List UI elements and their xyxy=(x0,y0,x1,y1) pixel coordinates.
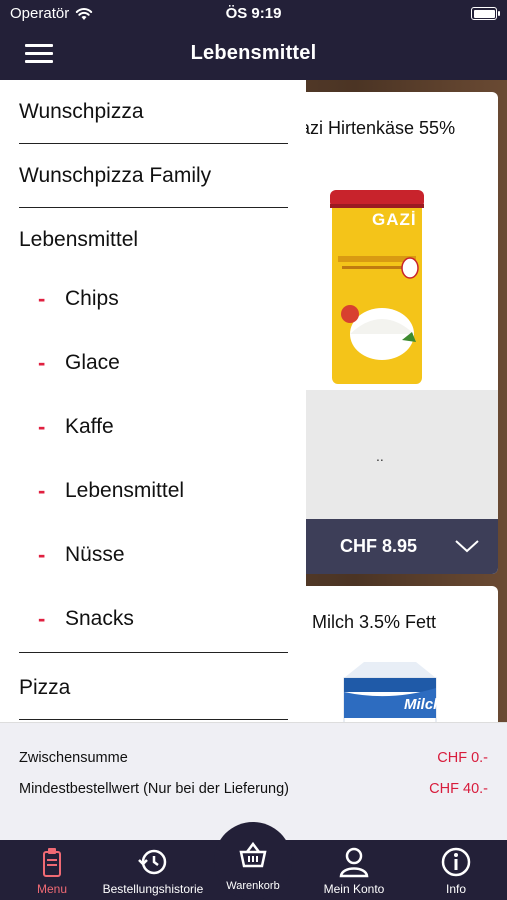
subtotal-value: CHF 0.- xyxy=(437,750,488,766)
product-card[interactable]: azi Hirtenkäse 55% GAZİ .. CHF 8.95 xyxy=(290,92,498,574)
tab-bestellungshistorie[interactable]: Bestellungshistorie xyxy=(103,840,203,900)
product-brand-text: GAZİ xyxy=(372,210,417,229)
tab-warenkorb[interactable]: Warenkorb xyxy=(205,840,301,900)
battery-icon xyxy=(471,7,500,20)
drawer-subitem-lebensmittel[interactable]: - Lebensmittel xyxy=(38,464,288,528)
tab-label: Menu xyxy=(36,882,68,896)
price-bar[interactable]: CHF 8.95 xyxy=(290,519,498,574)
min-order-value: CHF 40.- xyxy=(429,781,488,797)
drawer-subitem-label: Chips xyxy=(65,287,119,310)
drawer-item-wunschpizza[interactable]: Wunschpizza xyxy=(19,80,288,144)
tab-label: Mein Konto xyxy=(323,882,385,896)
drawer-subitem-snacks[interactable]: - Snacks xyxy=(38,592,288,656)
subtotal-label: Zwischensumme xyxy=(19,750,128,766)
side-drawer: Wunschpizza Wunschpizza Family Lebensmit… xyxy=(0,80,306,722)
tab-label: Info xyxy=(445,882,466,896)
drawer-item-label: Wunschpizza Family xyxy=(19,164,212,187)
product-image xyxy=(290,164,498,394)
drawer-item-label: Pizza xyxy=(19,676,71,699)
product-name: azi Hirtenkäse 55% xyxy=(300,118,456,138)
product-image xyxy=(290,658,498,722)
drawer-subitem-glace[interactable]: - Glace xyxy=(38,336,288,400)
status-bar: Operatör ÖS 9:19 xyxy=(0,0,507,28)
info-icon xyxy=(441,847,471,877)
tab-mein-konto[interactable]: Mein Konto xyxy=(306,840,402,900)
basket-icon xyxy=(239,841,267,868)
nav-bar: Lebensmittel xyxy=(0,28,507,80)
min-order-row: Mindestbestellwert (Nur bei der Lieferun… xyxy=(19,781,488,801)
drawer-item-label: Lebensmittel xyxy=(19,228,139,251)
drawer-subitem-kaffe[interactable]: - Kaffe xyxy=(38,400,288,464)
tab-info[interactable]: Info xyxy=(408,840,504,900)
history-icon xyxy=(138,849,167,875)
product-name: Milch 3.5% Fett xyxy=(312,612,437,632)
product-price: CHF 8.95 xyxy=(340,536,418,556)
bullet-dash: - xyxy=(38,414,46,439)
min-order-label: Mindestbestellwert (Nur bei der Lieferun… xyxy=(19,781,289,797)
bullet-dash: - xyxy=(38,542,46,567)
bullet-dash: - xyxy=(38,606,46,631)
tab-menu[interactable]: Menu xyxy=(4,840,100,900)
drawer-subitem-label: Kaffe xyxy=(65,415,114,438)
tab-label: Warenkorb xyxy=(226,880,280,892)
drawer-item-lebensmittel[interactable]: Lebensmittel xyxy=(19,208,288,272)
product-description: .. xyxy=(376,448,384,464)
product-brand-text: Milch xyxy=(404,696,443,713)
drawer-item-wunschpizza-family[interactable]: Wunschpizza Family xyxy=(19,144,288,208)
bullet-dash: - xyxy=(38,478,46,503)
bullet-dash: - xyxy=(38,350,46,375)
subtotal-row: Zwischensumme CHF 0.- xyxy=(19,750,488,770)
user-icon xyxy=(339,847,369,878)
drawer-subitem-nuesse[interactable]: - Nüsse xyxy=(38,528,288,592)
product-card[interactable]: Milch 3.5% Fett Milch xyxy=(290,586,498,722)
tab-bar: Menu Bestellungshistorie Warenkorb Mein … xyxy=(0,822,507,900)
product-description-area: .. xyxy=(290,390,498,520)
page-title: Lebensmittel xyxy=(190,42,317,64)
clock: ÖS 9:19 xyxy=(225,5,282,22)
drawer-item-label: Wunschpizza xyxy=(19,100,144,123)
chevron-down-icon[interactable] xyxy=(454,535,480,557)
bullet-dash: - xyxy=(38,286,46,311)
drawer-divider xyxy=(19,652,288,653)
menu-book-icon xyxy=(43,848,61,877)
drawer-subitem-label: Lebensmittel xyxy=(65,479,185,502)
drawer-item-pizza[interactable]: Pizza xyxy=(19,656,288,720)
tab-label: Bestellungshistorie xyxy=(102,882,204,896)
drawer-subitem-label: Nüsse xyxy=(65,543,125,566)
drawer-subitem-label: Glace xyxy=(65,351,120,374)
drawer-subitem-chips[interactable]: - Chips xyxy=(38,272,288,336)
drawer-subitem-label: Snacks xyxy=(65,607,134,630)
